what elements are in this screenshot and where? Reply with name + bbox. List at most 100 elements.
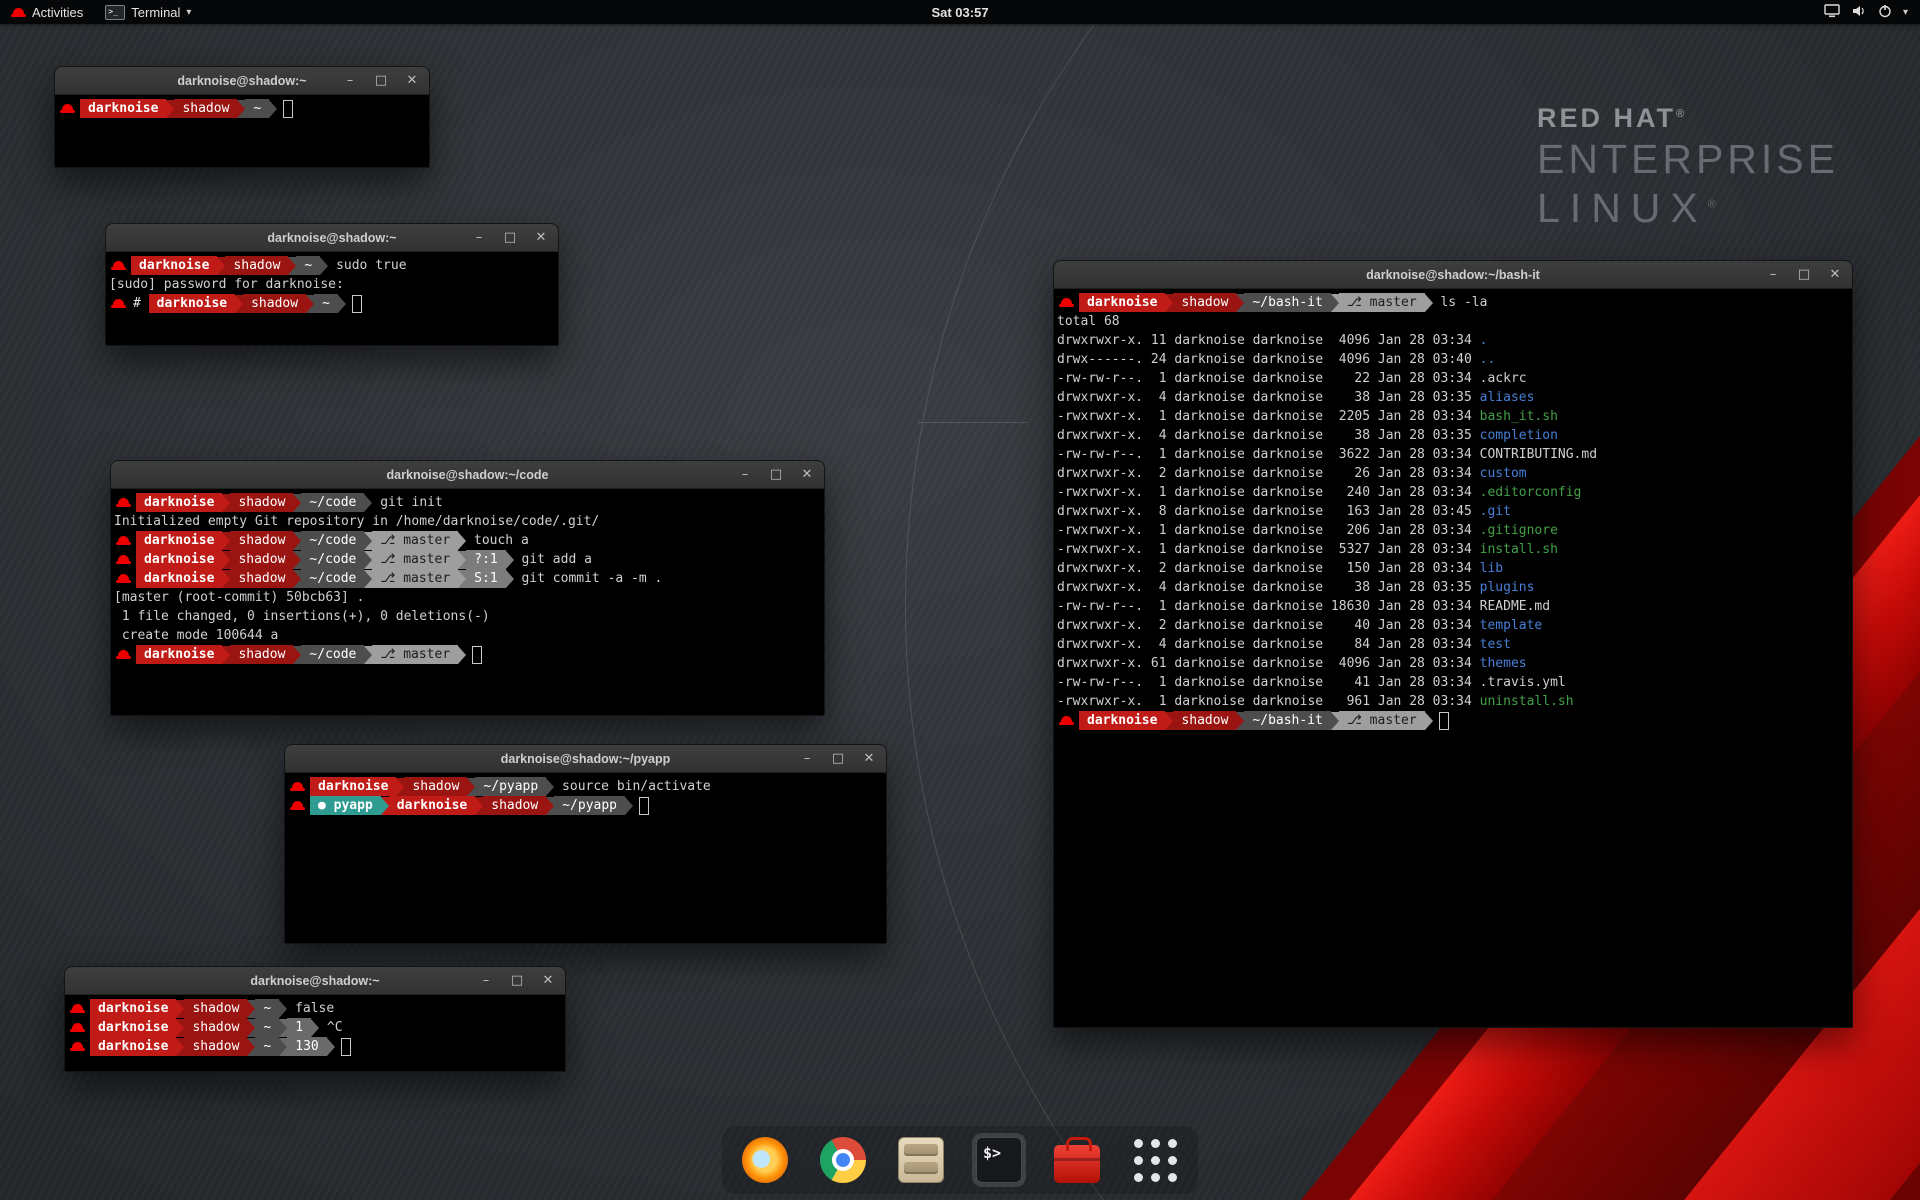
prompt-segment: shadow xyxy=(243,294,306,313)
window-close-button[interactable]: ✕ xyxy=(541,973,555,988)
window-controls: – □ ✕ xyxy=(800,745,876,772)
window-minimize-button[interactable]: – xyxy=(738,467,752,482)
window-minimize-button[interactable]: – xyxy=(479,973,493,988)
terminal-line: darknoiseshadow~1 ^C xyxy=(68,1018,562,1037)
output-text: lib xyxy=(1480,559,1503,578)
window-minimize-button[interactable]: – xyxy=(343,73,357,88)
window-close-button[interactable]: ✕ xyxy=(862,751,876,766)
powerline-arrow-icon xyxy=(458,570,466,588)
powerline-arrow-icon xyxy=(506,570,514,588)
prompt-segment: ~/pyapp xyxy=(554,796,625,815)
output-text: drwxrwxr-x. 2 darknoise darknoise 26 Jan… xyxy=(1057,464,1480,483)
terminal-line: darknoiseshadow~ xyxy=(58,99,426,118)
window-minimize-button[interactable]: – xyxy=(800,751,814,766)
powerline-arrow-icon xyxy=(247,1038,255,1056)
prompt-segment: darknoise xyxy=(1079,711,1165,730)
window-minimize-button[interactable]: – xyxy=(1766,267,1780,282)
window-maximize-button[interactable]: □ xyxy=(503,230,517,245)
prompt-segment: 1 xyxy=(287,1018,311,1037)
prompt-segment: darknoise xyxy=(310,777,396,796)
powerline-arrow-icon xyxy=(176,1038,184,1056)
prompt-segment: shadow xyxy=(184,1037,247,1056)
command-text: git commit -a -m . xyxy=(514,569,663,588)
powerline-arrow-icon xyxy=(396,778,404,796)
files-icon[interactable] xyxy=(894,1133,948,1187)
powerline-arrow-icon xyxy=(338,295,346,313)
window-titlebar[interactable]: darknoise@shadow:~–□✕ xyxy=(106,224,558,252)
terminal-content[interactable]: darknoiseshadow~/bash-it⎇ master ls -lat… xyxy=(1054,289,1852,734)
wallpaper-line xyxy=(918,422,1028,423)
redhat-prompt-icon xyxy=(70,1001,85,1016)
output-text: -rwxrwxr-x. 1 darknoise darknoise 206 Ja… xyxy=(1057,521,1480,540)
prompt-segment: ⎇ master xyxy=(372,569,458,588)
terminal-content[interactable]: darknoiseshadow~ sudo true[sudo] passwor… xyxy=(106,252,558,317)
terminal-line: drwx------. 24 darknoise darknoise 4096 … xyxy=(1057,350,1849,369)
window-maximize-button[interactable]: □ xyxy=(1797,267,1811,282)
redhat-prompt-icon xyxy=(111,296,126,311)
window-close-button[interactable]: ✕ xyxy=(405,73,419,88)
prompt-segment: darknoise xyxy=(136,493,222,512)
dock: $> xyxy=(722,1126,1198,1194)
chrome-logo xyxy=(820,1137,866,1183)
terminal-dock-icon[interactable]: $> xyxy=(972,1133,1026,1187)
window-close-button[interactable]: ✕ xyxy=(800,467,814,482)
command-text: source bin/activate xyxy=(554,777,711,796)
terminal-line: drwxrwxr-x. 2 darknoise darknoise 150 Ja… xyxy=(1057,559,1849,578)
output-text: drwxrwxr-x. 4 darknoise darknoise 38 Jan… xyxy=(1057,426,1480,445)
prompt-segment: darknoise xyxy=(80,99,166,118)
powerline-arrow-icon xyxy=(293,646,301,664)
powerline-arrow-icon xyxy=(237,100,245,118)
firefox-icon[interactable] xyxy=(738,1133,792,1187)
terminal-content[interactable]: darknoiseshadow~ falsedarknoiseshadow~1 … xyxy=(65,995,565,1060)
prompt-segment: shadow xyxy=(483,796,546,815)
prompt-segment: darknoise xyxy=(136,550,222,569)
system-status-area[interactable]: ▾ xyxy=(1812,0,1920,24)
prompt-segment: darknoise xyxy=(149,294,235,313)
redhat-prompt-icon xyxy=(111,258,126,273)
redhat-prompt-icon xyxy=(116,495,131,510)
output-text: test xyxy=(1480,635,1511,654)
window-titlebar[interactable]: darknoise@shadow:~–□✕ xyxy=(55,67,429,95)
prompt-segment: darknoise xyxy=(136,645,222,664)
terminal-icon: >_ xyxy=(105,5,125,20)
redhat-prompt-icon xyxy=(70,1020,85,1035)
toolbox-icon[interactable] xyxy=(1050,1133,1104,1187)
window-maximize-button[interactable]: □ xyxy=(769,467,783,482)
window-maximize-button[interactable]: □ xyxy=(831,751,845,766)
window-controls: – □ ✕ xyxy=(479,967,555,994)
window-close-button[interactable]: ✕ xyxy=(1828,267,1842,282)
window-close-button[interactable]: ✕ xyxy=(534,230,548,245)
powerline-arrow-icon xyxy=(222,551,230,569)
window-minimize-button[interactable]: – xyxy=(472,230,486,245)
window-maximize-button[interactable]: □ xyxy=(510,973,524,988)
prompt-segment: darknoise xyxy=(90,999,176,1018)
terminal-content[interactable]: darknoiseshadow~ xyxy=(55,95,429,122)
chrome-icon[interactable] xyxy=(816,1133,870,1187)
window-titlebar[interactable]: darknoise@shadow:~–□✕ xyxy=(65,967,565,995)
terminal-line: [master (root-commit) 50bcb63] . xyxy=(114,588,821,607)
terminal-glyph: $> xyxy=(983,1144,1001,1162)
terminal-line: -rw-rw-r--. 1 darknoise darknoise 22 Jan… xyxy=(1057,369,1849,388)
command-text: git add a xyxy=(514,550,592,569)
prompt-segment: shadow xyxy=(225,256,288,275)
redhat-prompt-icon xyxy=(116,533,131,548)
output-text: .git xyxy=(1480,502,1511,521)
window-controls: – □ ✕ xyxy=(343,67,419,94)
terminal-content[interactable]: darknoise shadow ~/pyapp source bin/activa… xyxy=(285,773,886,819)
app-grid-icon[interactable] xyxy=(1128,1133,1182,1187)
window-titlebar[interactable]: darknoise@shadow:~/bash-it–□✕ xyxy=(1054,261,1852,289)
terminal-line: -rwxrwxr-x. 1 darknoise darknoise 240 Ja… xyxy=(1057,483,1849,502)
output-text: drwxrwxr-x. 4 darknoise darknoise 38 Jan… xyxy=(1057,578,1480,597)
clock[interactable]: Sat 03:57 xyxy=(931,5,988,20)
desktop: RED HAT® ENTERPRISE LINUX® darknoise@sha… xyxy=(0,0,1920,1200)
prompt-segment: shadow xyxy=(184,999,247,1018)
prompt-segment: darknoise xyxy=(1079,293,1165,312)
terminal-line: darknoiseshadow~/pyapp source bin/activa… xyxy=(288,777,883,796)
app-menu-terminal[interactable]: >_ Terminal ▾ xyxy=(94,0,202,24)
window-titlebar[interactable]: darknoise@shadow:~/code–□✕ xyxy=(111,461,824,489)
activities-button[interactable]: Activities xyxy=(0,0,94,24)
window-titlebar[interactable]: darknoise@shadow:~/pyapp–□✕ xyxy=(285,745,886,773)
terminal-line: -rwxrwxr-x. 1 darknoise darknoise 5327 J… xyxy=(1057,540,1849,559)
terminal-content[interactable]: darknoiseshadow~/code git initInitialize… xyxy=(111,489,824,668)
window-maximize-button[interactable]: □ xyxy=(374,73,388,88)
